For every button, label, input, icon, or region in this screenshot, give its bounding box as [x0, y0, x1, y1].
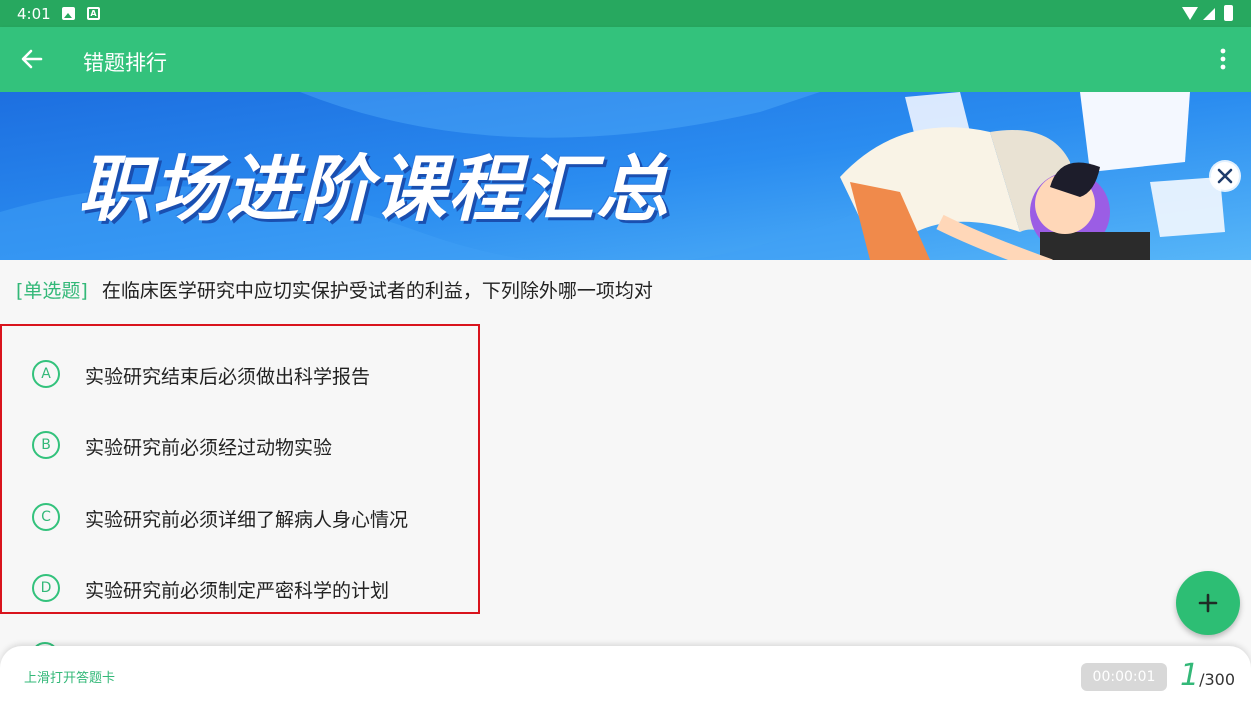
option-text: 实验研究前必须经过动物实验: [85, 437, 333, 459]
question-progress: 1/300: [1180, 658, 1235, 693]
app-bar: 错题排行: [0, 27, 1251, 92]
question-stem: [单选题] 在临床医学研究中应切实保护受试者的利益，下列除外哪一项均对: [16, 276, 1236, 303]
option-b[interactable]: B 实验研究前必须经过动物实验: [30, 425, 470, 465]
question-text: 在临床医学研究中应切实保护受试者的利益，下列除外哪一项均对: [101, 280, 653, 302]
close-icon: [1211, 162, 1239, 190]
option-d[interactable]: D 实验研究前必须制定严密科学的计划: [30, 568, 470, 608]
more-options-button[interactable]: [1206, 41, 1240, 77]
option-letter: B: [32, 431, 60, 459]
option-letter: A: [32, 360, 60, 388]
add-button[interactable]: [1176, 571, 1240, 635]
total-questions: /300: [1199, 670, 1236, 689]
more-vertical-icon: [1220, 48, 1226, 70]
a-icon: A: [87, 7, 100, 20]
option-letter: C: [32, 503, 60, 531]
option-c[interactable]: C 实验研究前必须详细了解病人身心情况: [30, 497, 470, 537]
question-type-label: [单选题]: [16, 280, 88, 302]
screen: 4:01 A 错题排行 职场进阶课程汇总 [单选题] 在临床医学研究中应切实保护…: [0, 0, 1251, 703]
plus-icon: [1198, 593, 1218, 613]
swipe-up-hint: 上滑打开答题卡: [24, 671, 116, 686]
timer: 00:00:01: [1081, 663, 1167, 691]
current-question-number: 1: [1180, 658, 1200, 693]
status-bar: 4:01 A: [0, 0, 1251, 27]
battery-icon: [1224, 5, 1233, 21]
page-title: 错题排行: [83, 51, 167, 75]
signal-icon: [1203, 8, 1215, 20]
back-arrow-icon: [21, 49, 43, 69]
status-time: 4:01: [17, 5, 51, 23]
option-letter: D: [32, 574, 60, 602]
option-text: 实验研究前必须制定严密科学的计划: [85, 580, 390, 602]
option-a[interactable]: A 实验研究结束后必须做出科学报告: [30, 354, 470, 394]
option-text: 实验研究前必须详细了解病人身心情况: [85, 509, 409, 531]
promo-banner[interactable]: 职场进阶课程汇总: [0, 92, 1251, 260]
banner-headline: 职场进阶课程汇总: [78, 147, 671, 231]
image-icon: [62, 7, 75, 20]
wifi-icon: [1182, 7, 1198, 20]
answer-card-sheet[interactable]: 上滑打开答题卡 00:00:01 1/300: [0, 646, 1251, 703]
banner-close-button[interactable]: [1209, 160, 1241, 192]
back-button[interactable]: [14, 41, 50, 77]
options-list: A 实验研究结束后必须做出科学报告 B 实验研究前必须经过动物实验 C 实验研究…: [0, 324, 480, 614]
option-text: 实验研究结束后必须做出科学报告: [85, 366, 371, 388]
